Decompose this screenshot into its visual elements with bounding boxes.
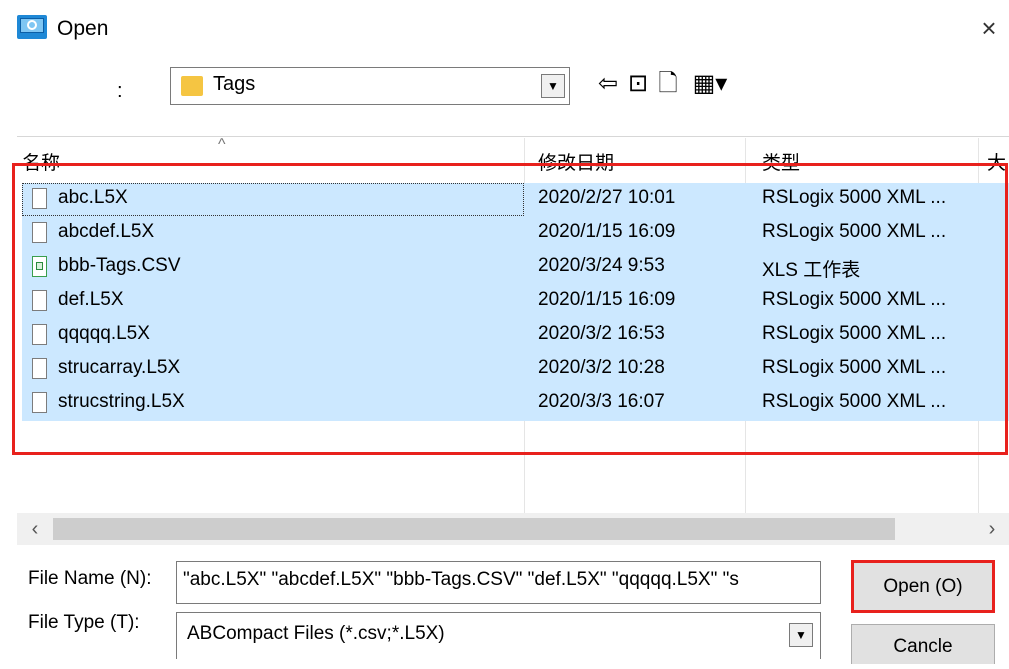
- look-in-value: Tags: [213, 73, 256, 95]
- horizontal-scrollbar[interactable]: ‹ ›: [17, 513, 1009, 545]
- file-name-input[interactable]: "abc.L5X" "abcdef.L5X" "bbb-Tags.CSV" "d…: [176, 561, 821, 604]
- chevron-down-icon[interactable]: ▼: [789, 623, 813, 647]
- up-folder-icon[interactable]: ⊡: [624, 70, 652, 98]
- file-type-label: File Type (T):: [28, 612, 140, 633]
- cancel-button[interactable]: Cancle: [851, 624, 995, 664]
- window-title: Open: [57, 17, 109, 40]
- sort-up-icon: ^: [218, 136, 226, 153]
- new-folder-icon[interactable]: 🗋: [654, 70, 682, 98]
- file-type-select[interactable]: ABCompact Files (*.csv;*.L5X) ▼: [176, 612, 821, 659]
- close-button[interactable]: ×: [974, 14, 1004, 42]
- back-icon[interactable]: ⇦: [594, 70, 622, 98]
- chevron-left-icon[interactable]: ‹: [17, 513, 53, 545]
- file-name-label: File Name (N):: [28, 568, 152, 589]
- selection-highlight-frame: [12, 163, 1008, 455]
- look-in-label: :: [117, 80, 123, 102]
- app-icon: [17, 15, 47, 39]
- scrollbar-thumb[interactable]: [53, 518, 895, 540]
- folder-icon: [181, 76, 203, 96]
- view-menu-icon[interactable]: ▦▾: [688, 70, 732, 98]
- file-type-value: ABCompact Files (*.csv;*.L5X): [187, 623, 445, 644]
- chevron-right-icon[interactable]: ›: [975, 513, 1009, 545]
- chevron-down-icon[interactable]: ▼: [541, 74, 565, 98]
- look-in-combobox[interactable]: Tags ▼: [170, 67, 570, 105]
- open-button[interactable]: Open (O): [851, 560, 995, 613]
